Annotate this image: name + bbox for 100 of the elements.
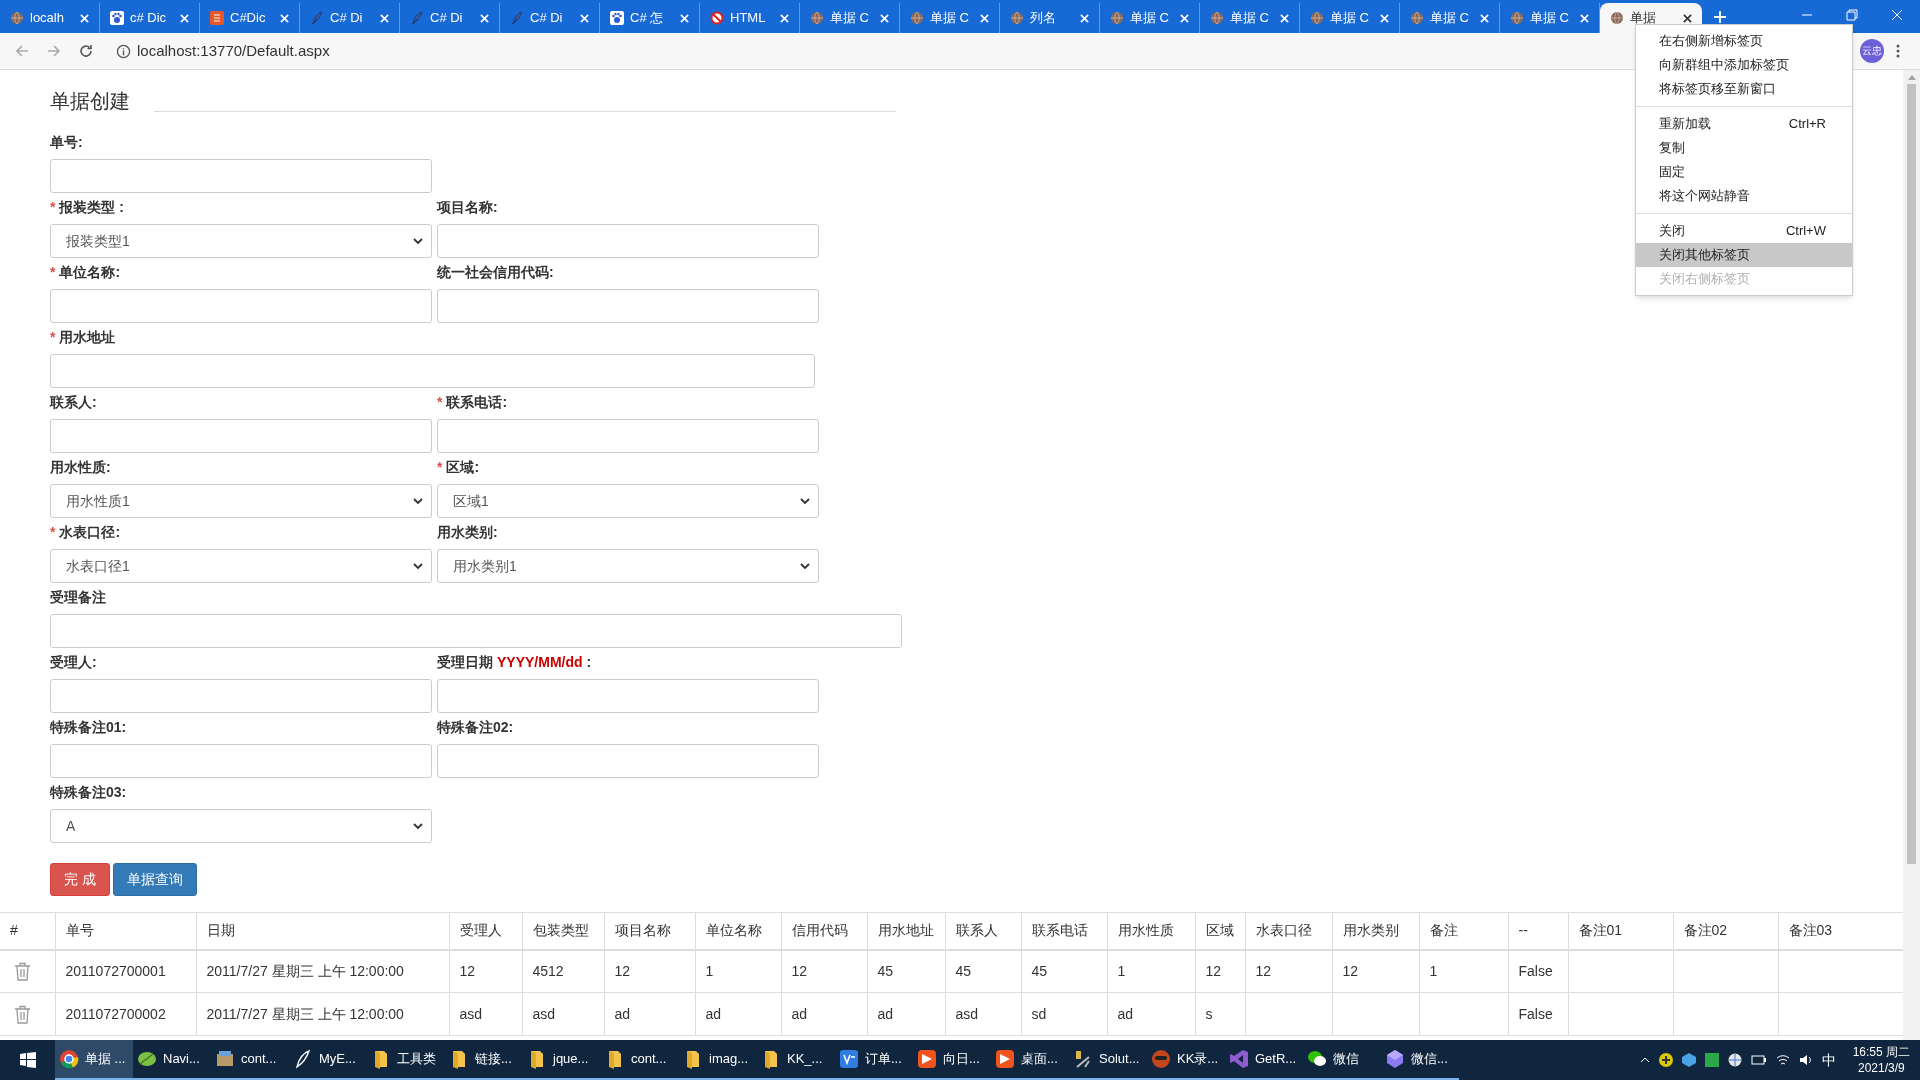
profile-avatar[interactable]: 云忠 bbox=[1860, 39, 1884, 63]
menu-item[interactable]: 重新加载 Ctrl+R bbox=[1636, 112, 1852, 136]
menu-item[interactable]: 复制 bbox=[1636, 136, 1852, 160]
taskbar-item[interactable]: 工具类 bbox=[367, 1040, 445, 1080]
input-field[interactable] bbox=[50, 289, 432, 323]
menu-item[interactable]: 将标签页移至新窗口 bbox=[1636, 77, 1852, 101]
select-field[interactable]: A bbox=[50, 809, 432, 843]
battery-icon[interactable] bbox=[1750, 1055, 1767, 1065]
input-field[interactable] bbox=[437, 744, 819, 778]
taskbar-item[interactable]: KK_... bbox=[757, 1040, 835, 1080]
column-header: # bbox=[0, 912, 55, 950]
chevron-up-icon[interactable] bbox=[1639, 1057, 1650, 1063]
clock-time[interactable]: 16:55 周二 bbox=[1852, 1044, 1910, 1060]
select-field[interactable]: 用水类别1 bbox=[437, 549, 819, 583]
input-field[interactable] bbox=[437, 224, 819, 258]
input-field[interactable] bbox=[50, 744, 432, 778]
chevron-down-icon bbox=[413, 237, 423, 245]
input-field[interactable] bbox=[50, 419, 432, 453]
menu-icon[interactable] bbox=[1896, 44, 1900, 58]
input-field[interactable] bbox=[50, 614, 902, 648]
select-field[interactable]: 区域1 bbox=[437, 484, 819, 518]
field-label: * 水表口径: bbox=[50, 522, 122, 542]
start-icon[interactable] bbox=[19, 1052, 36, 1068]
table-cell: 12 bbox=[449, 949, 522, 993]
app-icon bbox=[839, 1049, 859, 1069]
table-cell: 12 bbox=[1332, 949, 1419, 993]
field-label: 特殊备注02: bbox=[437, 717, 515, 737]
field-label: 用水性质: bbox=[50, 457, 112, 477]
input-field[interactable] bbox=[50, 159, 432, 193]
menu-item[interactable]: 关闭 Ctrl+W bbox=[1636, 219, 1852, 243]
column-header: 用水性质 bbox=[1107, 912, 1195, 950]
feather-icon bbox=[410, 11, 424, 25]
taskbar-item[interactable]: GetR... bbox=[1225, 1040, 1303, 1080]
taskbar-item[interactable]: 链接... bbox=[445, 1040, 523, 1080]
chevron-down-icon bbox=[800, 562, 810, 570]
taskbar-item[interactable]: 微信 bbox=[1303, 1040, 1381, 1080]
scrollbar-thumb[interactable] bbox=[1907, 84, 1916, 864]
clock-date[interactable]: 2021/3/9 bbox=[1857, 1060, 1905, 1076]
action-button[interactable]: 完 成 bbox=[50, 863, 110, 896]
taskbar-item[interactable]: 订单... bbox=[835, 1040, 913, 1080]
cube-icon[interactable] bbox=[1681, 1053, 1696, 1067]
app-icon bbox=[210, 11, 224, 25]
input-field[interactable] bbox=[50, 679, 432, 713]
taskbar-item[interactable]: cont... bbox=[601, 1040, 679, 1080]
trash-icon[interactable] bbox=[14, 1004, 31, 1024]
taskbar-item[interactable]: MyE... bbox=[289, 1040, 367, 1080]
menu-item[interactable]: 向新群组中添加标签页 bbox=[1636, 53, 1852, 77]
taskbar-item[interactable]: 微信... bbox=[1381, 1040, 1459, 1080]
taskbar-item[interactable]: cont... bbox=[211, 1040, 289, 1080]
column-header: 单位名称 bbox=[695, 912, 781, 950]
field-label: 特殊备注03: bbox=[50, 782, 128, 802]
column-header: 受理人 bbox=[449, 912, 522, 950]
select-field[interactable]: 水表口径1 bbox=[50, 549, 432, 583]
chevron-down-icon bbox=[800, 497, 810, 505]
globe-icon[interactable] bbox=[1727, 1053, 1742, 1067]
plus-icon[interactable] bbox=[1658, 1053, 1673, 1067]
taskbar-item[interactable]: imag... bbox=[679, 1040, 757, 1080]
menu-item[interactable]: 固定 bbox=[1636, 160, 1852, 184]
field-label: 单号: bbox=[50, 132, 84, 152]
taskbar-item[interactable]: 向日... bbox=[913, 1040, 991, 1080]
menu-item[interactable]: 将这个网站静音 bbox=[1636, 184, 1852, 208]
input-field[interactable] bbox=[437, 679, 819, 713]
menu-item[interactable]: 关闭其他标签页 bbox=[1636, 243, 1852, 267]
input-method-indicator[interactable]: 中 bbox=[1821, 1049, 1836, 1071]
app-icon bbox=[995, 1049, 1015, 1069]
reload-icon[interactable] bbox=[78, 43, 94, 59]
select-field[interactable]: 报装类型1 bbox=[50, 224, 432, 258]
restore-icon[interactable] bbox=[1846, 9, 1858, 21]
input-field[interactable] bbox=[50, 354, 815, 388]
globe-icon bbox=[1110, 11, 1124, 25]
taskbar-item[interactable]: KK录... bbox=[1147, 1040, 1225, 1080]
info-icon[interactable] bbox=[116, 43, 131, 59]
column-header: 信用代码 bbox=[781, 912, 867, 950]
new-tab-icon[interactable] bbox=[1714, 11, 1726, 23]
field-label: 受理日期 YYYY/MM/dd : bbox=[437, 652, 593, 672]
table-cell: 12 bbox=[1195, 949, 1245, 993]
action-button[interactable]: 单据查询 bbox=[112, 863, 197, 896]
column-header: 用水类别 bbox=[1332, 912, 1419, 950]
trash-icon[interactable] bbox=[14, 961, 31, 981]
input-field[interactable] bbox=[437, 289, 819, 323]
table-cell: 12 bbox=[781, 949, 867, 993]
field-label: * 联系电话: bbox=[437, 392, 509, 412]
taskbar-item[interactable]: 单据 ... bbox=[55, 1040, 133, 1080]
browser-icon bbox=[59, 1049, 79, 1069]
address-field[interactable]: localhost:13770/Default.aspx bbox=[137, 39, 330, 63]
app-icon[interactable] bbox=[1704, 1053, 1719, 1067]
field-label: 受理人: bbox=[50, 652, 98, 672]
taskbar-item[interactable]: Navi... bbox=[133, 1040, 211, 1080]
wifi-icon[interactable] bbox=[1775, 1054, 1790, 1066]
table-cell: 45 bbox=[1021, 949, 1107, 993]
volume-icon[interactable] bbox=[1798, 1054, 1813, 1066]
close-icon[interactable] bbox=[1683, 13, 1692, 23]
select-field[interactable]: 用水性质1 bbox=[50, 484, 432, 518]
taskbar-item[interactable]: 桌面... bbox=[991, 1040, 1069, 1080]
taskbar-item[interactable]: jque... bbox=[523, 1040, 601, 1080]
input-field[interactable] bbox=[437, 419, 819, 453]
table-cell: 1 bbox=[695, 949, 781, 993]
globe-icon bbox=[10, 11, 24, 25]
table-cell: ad bbox=[867, 992, 945, 1036]
taskbar-item[interactable]: Solut... bbox=[1069, 1040, 1147, 1080]
